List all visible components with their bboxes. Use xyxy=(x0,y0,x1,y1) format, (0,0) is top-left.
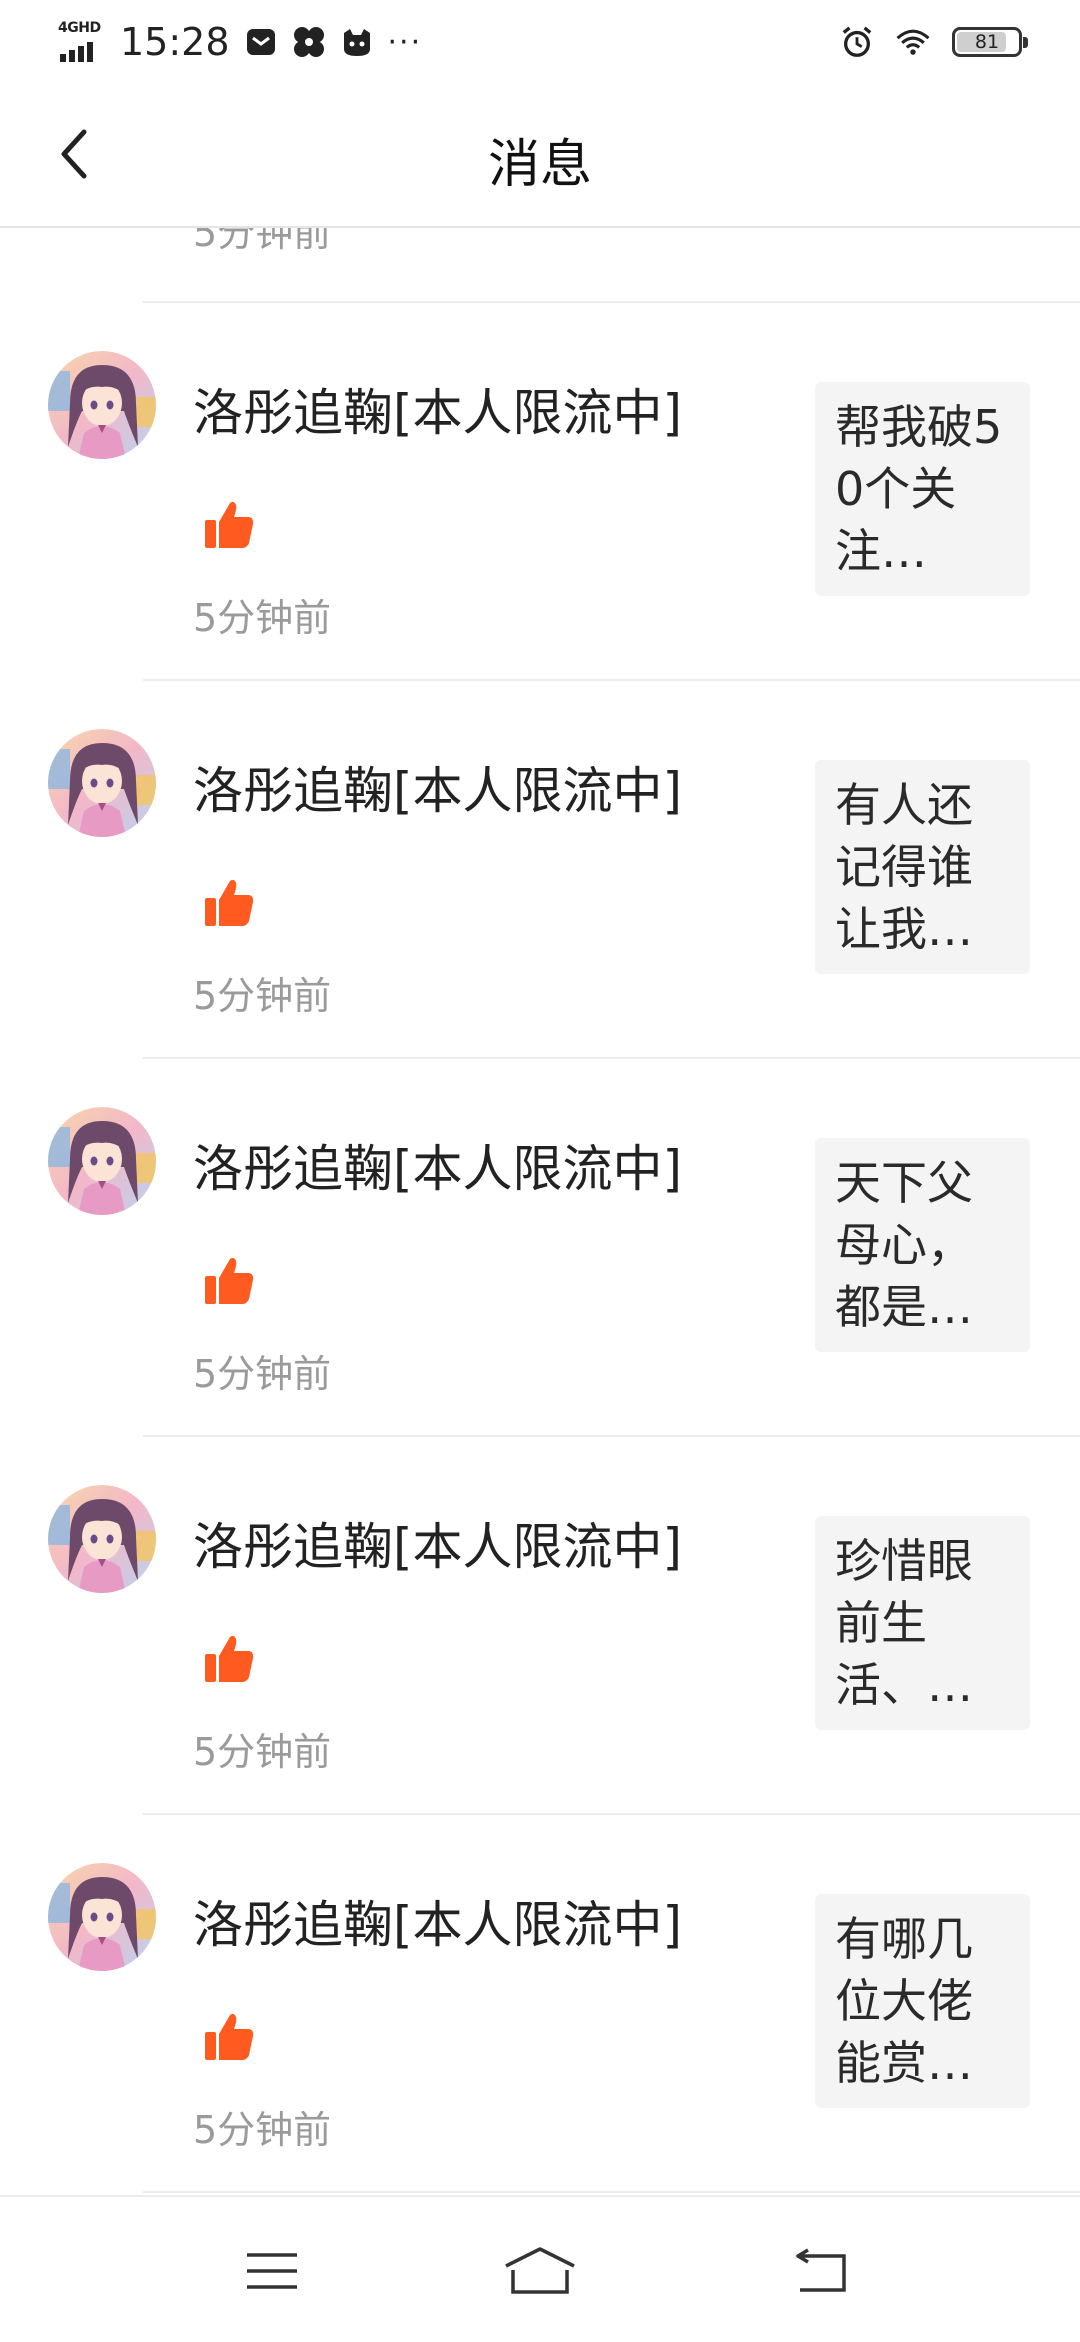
item-time: 5分钟前 xyxy=(193,1730,332,1774)
home-button[interactable] xyxy=(490,2235,590,2307)
post-preview-text: 有人还记得谁让我… xyxy=(835,778,973,956)
message-icon xyxy=(244,25,278,59)
menu-icon xyxy=(247,2253,297,2289)
avatar[interactable] xyxy=(48,1107,156,1215)
post-preview[interactable]: 有人还记得谁让我… xyxy=(815,760,1030,974)
thumbs-up-icon xyxy=(203,1254,255,1306)
list-item[interactable]: 洛彤追鞠[本人限流中] 5分钟前 有哪几位大佬能赏… xyxy=(0,1815,1080,2192)
post-preview[interactable]: 珍惜眼前生活、… xyxy=(815,1516,1030,1730)
thumbs-up-icon xyxy=(203,2010,255,2062)
post-preview-text: 有哪几位大佬能赏… xyxy=(835,1912,973,2090)
status-time: 15:28 xyxy=(120,20,230,64)
page-title: 消息 xyxy=(487,135,592,195)
battery-icon: 81 xyxy=(952,27,1028,57)
list-item[interactable]: 洛彤追鞠[本人限流中] 5分钟前 珍惜眼前生活、… xyxy=(0,1437,1080,1814)
item-time: 5分钟前 xyxy=(193,596,332,640)
avatar[interactable] xyxy=(48,351,156,459)
item-time: 5分钟前 xyxy=(193,974,332,1018)
thumbs-up-icon xyxy=(203,498,255,550)
avatar[interactable] xyxy=(48,1863,156,1971)
more-dots-icon: ··· xyxy=(387,24,423,60)
message-list[interactable]: 5分钟前 洛彤追鞠[本人限流中] 5分钟前 帮我破50个关注… 洛彤追鞠[本人限… xyxy=(0,228,1080,2193)
menu-button[interactable] xyxy=(222,2235,322,2307)
list-item[interactable]: 洛彤追鞠[本人限流中] 5分钟前 帮我破50个关注… xyxy=(0,303,1080,680)
battery-level: 81 xyxy=(974,31,1000,53)
wifi-icon xyxy=(896,25,930,59)
thumbs-up-icon xyxy=(203,876,255,928)
post-preview[interactable]: 帮我破50个关注… xyxy=(815,382,1030,596)
item-username[interactable]: 洛彤追鞠[本人限流中] xyxy=(193,373,682,445)
list-item-partial[interactable]: 5分钟前 xyxy=(0,228,1080,302)
back-icon xyxy=(796,2248,846,2292)
list-divider xyxy=(143,2191,1080,2193)
item-time: 5分钟前 xyxy=(193,228,332,255)
item-username[interactable]: 洛彤追鞠[本人限流中] xyxy=(193,1129,682,1201)
pinwheel-icon xyxy=(292,25,326,59)
network-type: 4GHD xyxy=(58,20,101,36)
home-icon xyxy=(505,2247,575,2294)
cat-icon xyxy=(340,25,374,59)
post-preview-text: 帮我破50个关注… xyxy=(835,400,1003,578)
thumbs-up-icon xyxy=(203,1632,255,1684)
post-preview[interactable]: 有哪几位大佬能赏… xyxy=(815,1894,1030,2108)
item-username[interactable]: 洛彤追鞠[本人限流中] xyxy=(193,1885,682,1957)
signal-icon: 4GHD xyxy=(58,20,106,64)
post-preview-text: 天下父母心，都是… xyxy=(835,1156,973,1334)
status-bar: 4GHD 15:28 ··· 81 xyxy=(0,0,1080,84)
item-time: 5分钟前 xyxy=(193,1352,332,1396)
list-item[interactable]: 洛彤追鞠[本人限流中] 5分钟前 天下父母心，都是… xyxy=(0,1059,1080,1436)
navigation-bar xyxy=(0,2195,1080,2342)
item-username[interactable]: 洛彤追鞠[本人限流中] xyxy=(193,1507,682,1579)
avatar[interactable] xyxy=(48,1485,156,1593)
post-preview-text: 珍惜眼前生活、… xyxy=(835,1534,973,1712)
item-time: 5分钟前 xyxy=(193,2108,332,2152)
list-item[interactable]: 洛彤追鞠[本人限流中] 5分钟前 有人还记得谁让我… xyxy=(0,681,1080,1058)
alarm-icon xyxy=(840,25,874,59)
header: 消息 xyxy=(0,84,1080,228)
post-preview[interactable]: 天下父母心，都是… xyxy=(815,1138,1030,1352)
avatar[interactable] xyxy=(48,729,156,837)
item-username[interactable]: 洛彤追鞠[本人限流中] xyxy=(193,751,682,823)
back-nav-button[interactable] xyxy=(770,2235,870,2307)
